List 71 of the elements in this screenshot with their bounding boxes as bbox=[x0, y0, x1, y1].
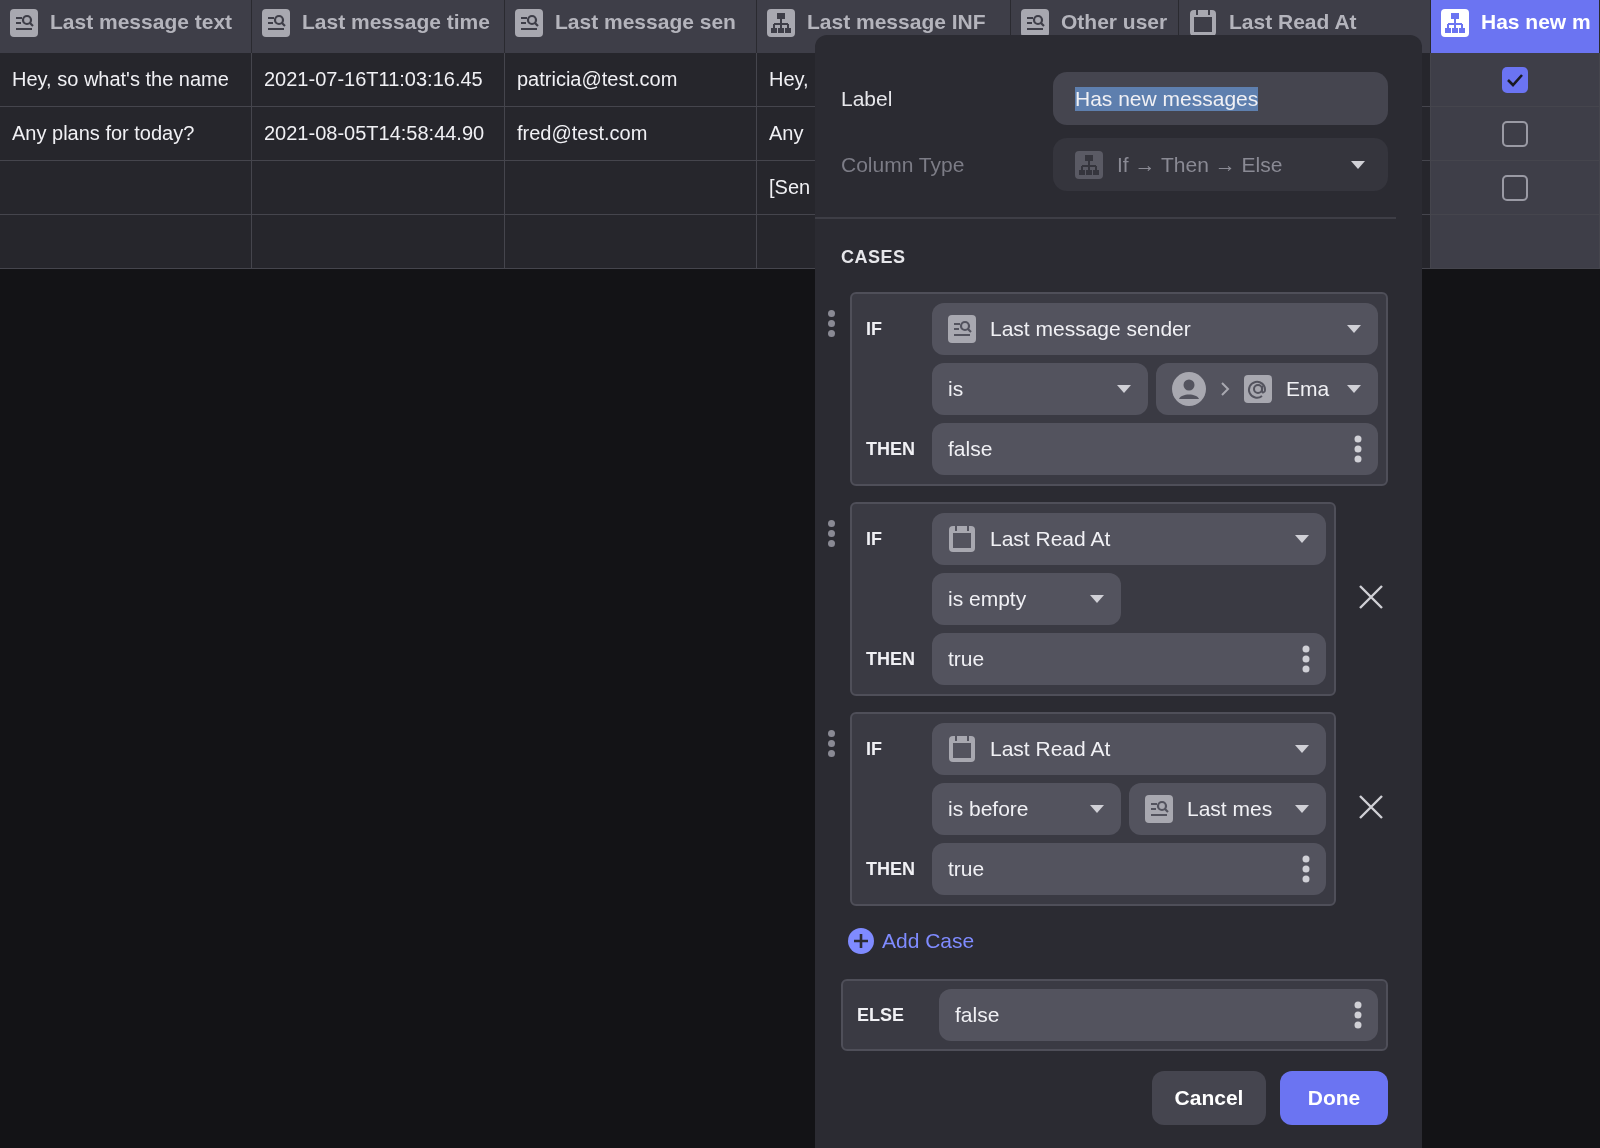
remove-case-button[interactable] bbox=[1358, 584, 1384, 610]
user-icon bbox=[1171, 372, 1206, 406]
calendar-icon bbox=[948, 735, 976, 763]
text-search-icon bbox=[262, 9, 290, 37]
caret-icon bbox=[1089, 594, 1105, 604]
cancel-button[interactable]: Cancel bbox=[1152, 1071, 1266, 1125]
then-label: THEN bbox=[866, 858, 916, 880]
then-value-field[interactable]: true bbox=[932, 633, 1326, 685]
label-input[interactable]: Has new messages bbox=[1053, 72, 1388, 125]
chevron-right-icon bbox=[1219, 381, 1230, 397]
calendar-icon bbox=[948, 525, 976, 553]
field-select[interactable]: Last Read At bbox=[932, 513, 1326, 565]
hierarchy-icon bbox=[767, 9, 795, 37]
field-select[interactable]: Last Read At bbox=[932, 723, 1326, 775]
if-label: IF bbox=[866, 528, 883, 550]
caret-icon bbox=[1346, 324, 1362, 334]
calendar-icon bbox=[1189, 9, 1217, 37]
caret-icon bbox=[1350, 159, 1366, 170]
more-icon[interactable] bbox=[1302, 855, 1310, 883]
table-cell: 2021-08-05T14:58:44.90 bbox=[252, 107, 505, 161]
text-search-icon bbox=[1021, 9, 1049, 37]
caret-icon bbox=[1294, 804, 1310, 814]
more-icon[interactable] bbox=[1354, 1001, 1362, 1029]
value-select[interactable]: Ema bbox=[1155, 363, 1378, 415]
table-cell: Any plans for today? bbox=[0, 107, 252, 161]
close-icon bbox=[1358, 584, 1384, 610]
checkbox[interactable] bbox=[1502, 66, 1528, 93]
if-label: IF bbox=[866, 738, 883, 760]
operator-select[interactable]: is empty bbox=[932, 573, 1121, 625]
section-heading: CASES bbox=[841, 247, 907, 268]
then-value-field[interactable]: false bbox=[931, 423, 1378, 475]
operator-select[interactable]: is bbox=[931, 363, 1148, 415]
plus-icon bbox=[848, 928, 874, 954]
done-button[interactable]: Done bbox=[1280, 1071, 1388, 1125]
operator-select[interactable]: is before bbox=[932, 783, 1121, 835]
text-search-icon bbox=[1145, 795, 1173, 823]
checkbox[interactable] bbox=[1502, 174, 1528, 201]
more-icon[interactable] bbox=[1302, 645, 1310, 673]
text-search-icon bbox=[947, 315, 976, 343]
table-cell: Hey, so what's the name bbox=[0, 53, 252, 107]
caret-icon bbox=[1294, 744, 1310, 754]
then-value-field[interactable]: true bbox=[932, 843, 1326, 895]
then-label: THEN bbox=[865, 438, 916, 460]
column-header[interactable]: Last message sen bbox=[505, 0, 757, 53]
column-header[interactable]: Has new m bbox=[1431, 0, 1600, 53]
text-search-icon bbox=[10, 9, 38, 37]
column-header[interactable]: Last message time bbox=[252, 0, 505, 53]
remove-case-button[interactable] bbox=[1358, 794, 1384, 820]
if-label: IF bbox=[865, 318, 883, 340]
close-icon bbox=[1358, 794, 1384, 820]
at-sign-icon bbox=[1243, 375, 1272, 403]
else-label: ELSE bbox=[857, 1004, 905, 1026]
table-cell: fred@test.com bbox=[505, 107, 757, 161]
value-select[interactable]: Last mes bbox=[1129, 783, 1326, 835]
caret-icon bbox=[1346, 384, 1362, 394]
hierarchy-icon bbox=[1075, 150, 1103, 179]
caret-icon bbox=[1294, 534, 1310, 544]
add-case-button[interactable]: Add Case bbox=[848, 928, 975, 954]
more-icon[interactable] bbox=[1354, 435, 1362, 463]
checkbox[interactable] bbox=[1502, 120, 1528, 147]
caret-icon bbox=[1115, 384, 1132, 394]
column-header[interactable]: Last message text bbox=[0, 0, 252, 53]
text-search-icon bbox=[515, 9, 543, 37]
then-label: THEN bbox=[866, 648, 916, 670]
table-cell: patricia@test.com bbox=[505, 53, 757, 107]
caret-icon bbox=[1089, 804, 1105, 814]
field-select[interactable]: Last message sender bbox=[931, 303, 1378, 355]
hierarchy-icon bbox=[1441, 9, 1469, 37]
check-icon bbox=[1506, 72, 1524, 87]
else-value-field[interactable]: false bbox=[939, 989, 1378, 1041]
table-cell: 2021-07-16T11:03:16.45 bbox=[252, 53, 505, 107]
